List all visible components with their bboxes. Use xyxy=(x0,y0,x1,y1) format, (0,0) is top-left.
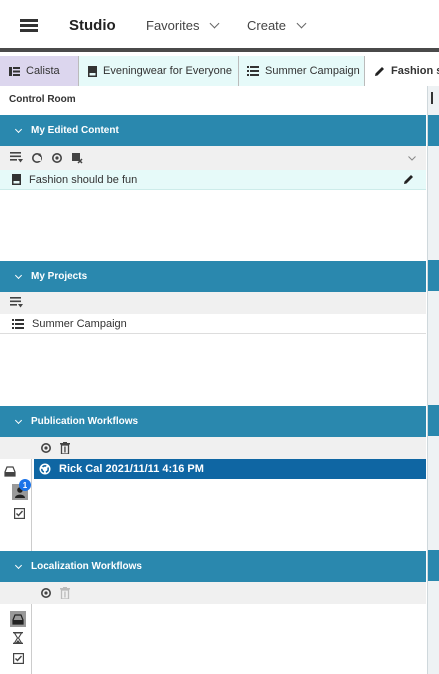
list-item[interactable]: Summer Campaign xyxy=(0,314,426,334)
tab-fashion[interactable]: Fashion sh xyxy=(365,56,439,86)
edited-content-toolbar xyxy=(0,146,426,170)
favorites-menu[interactable]: Favorites xyxy=(146,18,220,33)
chevron-down-icon xyxy=(14,561,23,569)
notification-badge: 1 xyxy=(19,479,31,491)
trash-icon xyxy=(60,587,70,599)
refresh-icon[interactable] xyxy=(31,152,43,164)
section-title: Localization Workflows xyxy=(31,561,142,572)
top-bar: Studio Favorites Create xyxy=(0,0,439,52)
inbox-icon[interactable] xyxy=(3,464,17,478)
section-header-localization-workflows[interactable]: Localization Workflows xyxy=(0,551,426,582)
pencil-icon[interactable] xyxy=(403,174,414,185)
adjacent-header xyxy=(428,260,439,291)
chevron-down-icon xyxy=(14,271,23,279)
list-item-label: Fashion should be fun xyxy=(29,173,138,186)
list-item-label: Summer Campaign xyxy=(32,317,127,330)
tab-label: Fashion sh xyxy=(391,65,439,77)
section-title: My Edited Content xyxy=(31,125,119,136)
trash-icon[interactable] xyxy=(60,442,70,454)
tab-label: Calista xyxy=(26,65,60,77)
create-menu[interactable]: Create xyxy=(247,18,307,33)
list-filter-icon[interactable] xyxy=(10,152,23,164)
publication-filter-column: 1 xyxy=(0,459,32,551)
projects-toolbar xyxy=(0,292,426,314)
chevron-down-icon xyxy=(210,18,220,29)
publication-toolbar xyxy=(0,437,426,459)
refresh-all-icon[interactable] xyxy=(40,442,52,454)
section-header-projects[interactable]: My Projects xyxy=(0,261,426,292)
refresh-all-icon[interactable] xyxy=(51,152,63,164)
list-item[interactable]: Fashion should be fun xyxy=(0,170,426,190)
chevron-down-icon xyxy=(14,125,23,133)
adjacent-header xyxy=(428,115,439,146)
pencil-icon xyxy=(374,66,385,77)
refresh-all-icon[interactable] xyxy=(40,587,52,599)
tab-eveningwear[interactable]: Eveningwear for Everyone xyxy=(79,56,239,86)
section-title: Publication Workflows xyxy=(31,416,139,427)
adjacent-panel xyxy=(427,86,439,674)
workflow-status-icon xyxy=(39,463,51,475)
localization-toolbar xyxy=(0,582,426,604)
chevron-down-icon[interactable] xyxy=(408,155,416,161)
adjacent-header xyxy=(428,405,439,436)
section-header-edited-content[interactable]: My Edited Content xyxy=(0,115,426,146)
clear-icon[interactable] xyxy=(71,152,83,164)
checkbox-icon[interactable] xyxy=(12,506,26,520)
list-filter-icon[interactable] xyxy=(10,297,23,309)
workflow-row[interactable]: Rick Cal 2021/11/11 4:16 PM xyxy=(34,459,426,479)
app-title: Studio xyxy=(69,17,116,34)
tab-calista[interactable]: Calista xyxy=(0,56,79,86)
tab-bar: Calista Eveningwear for Everyone Summer … xyxy=(0,56,439,86)
adjacent-header xyxy=(428,550,439,581)
list-icon xyxy=(247,66,259,76)
tab-label: Summer Campaign xyxy=(265,65,360,77)
workflow-label: Rick Cal 2021/11/11 4:16 PM xyxy=(59,463,204,475)
inbox-icon[interactable] xyxy=(10,611,26,627)
tab-summer-campaign[interactable]: Summer Campaign xyxy=(239,56,365,86)
chevron-down-icon xyxy=(296,18,307,29)
favorites-menu-label: Favorites xyxy=(146,18,200,33)
control-room-title: Control Room xyxy=(9,94,76,105)
document-icon xyxy=(12,174,21,185)
section-title: My Projects xyxy=(31,271,88,282)
section-header-publication-workflows[interactable]: Publication Workflows xyxy=(0,406,426,437)
checkbox-icon[interactable] xyxy=(11,651,25,665)
create-menu-label: Create xyxy=(247,18,287,33)
chevron-down-icon xyxy=(14,416,23,424)
list-card-icon xyxy=(9,66,20,76)
hamburger-menu-icon[interactable] xyxy=(20,19,38,32)
tab-label: Eveningwear for Everyone xyxy=(103,65,233,77)
hourglass-icon[interactable] xyxy=(11,631,25,645)
panel-edge-icon xyxy=(431,92,433,104)
document-icon xyxy=(88,65,97,77)
list-icon xyxy=(12,318,24,329)
localization-filter-column xyxy=(0,604,32,674)
